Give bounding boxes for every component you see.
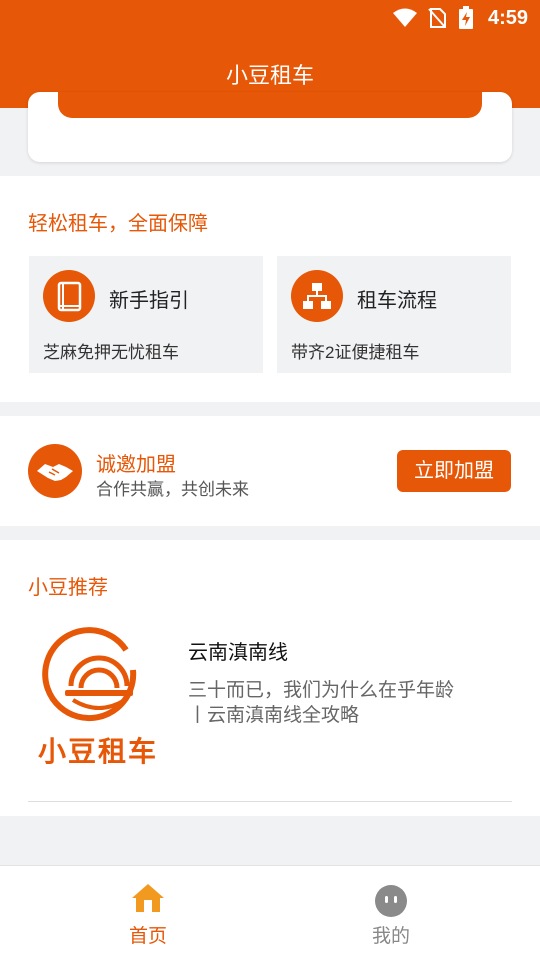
top-card [28, 92, 512, 162]
guarantee-section: 轻松租车，全面保障 新手指引 芝麻免押无忧租车 租车流程 带齐2证便捷租车 [0, 176, 540, 402]
brand-logo-text: 小豆租车 [38, 736, 159, 767]
status-time: 4:59 [487, 7, 528, 29]
handshake-icon [28, 444, 82, 498]
flowchart-icon [291, 270, 343, 322]
tab-label: 首页 [128, 926, 167, 947]
article-title[interactable]: 云南滇南线 [188, 636, 288, 665]
home-icon [132, 884, 164, 912]
page-title: 小豆租车 [225, 63, 314, 88]
article-desc: 三十而已，我们为什么在乎年龄丨云南滇南线全攻略 [188, 680, 455, 726]
join-button[interactable]: 立即加盟 [397, 450, 511, 492]
join-subtitle: 合作共赢，共创未来 [96, 480, 249, 499]
section-title: 小豆推荐 [28, 577, 108, 599]
recommend-section: 小豆推荐 小豆租车 云南滇南线 三十而已，我们为什么在乎年龄丨云南滇南线全攻略 [0, 540, 540, 816]
feature-desc: 带齐2证便捷租车 [291, 343, 420, 362]
tab-profile[interactable]: 我的 [256, 866, 526, 961]
article-thumbnail[interactable]: 小豆租车 [28, 626, 168, 776]
battery-charging-icon [459, 6, 473, 29]
book-icon [43, 270, 95, 322]
feature-title: 租车流程 [357, 290, 437, 312]
top-card-button[interactable] [58, 92, 482, 118]
join-title: 诚邀加盟 [96, 454, 176, 476]
divider [28, 801, 512, 802]
tab-label: 我的 [371, 926, 410, 947]
feature-card-guide[interactable]: 新手指引 芝麻免押无忧租车 [29, 256, 263, 373]
no-sim-icon [428, 8, 446, 28]
feature-card-process[interactable]: 租车流程 带齐2证便捷租车 [277, 256, 511, 373]
feature-title: 新手指引 [109, 290, 189, 312]
tab-home[interactable]: 首页 [13, 866, 283, 961]
join-section: 诚邀加盟 合作共赢，共创未来 立即加盟 [0, 416, 540, 526]
profile-face-icon [375, 885, 407, 917]
wifi-icon [393, 8, 417, 27]
bottom-tab-bar: 首页 我的 [0, 865, 540, 961]
status-bar: 4:59 [0, 0, 540, 36]
section-title: 轻松租车，全面保障 [28, 213, 208, 235]
feature-desc: 芝麻免押无忧租车 [43, 343, 179, 362]
